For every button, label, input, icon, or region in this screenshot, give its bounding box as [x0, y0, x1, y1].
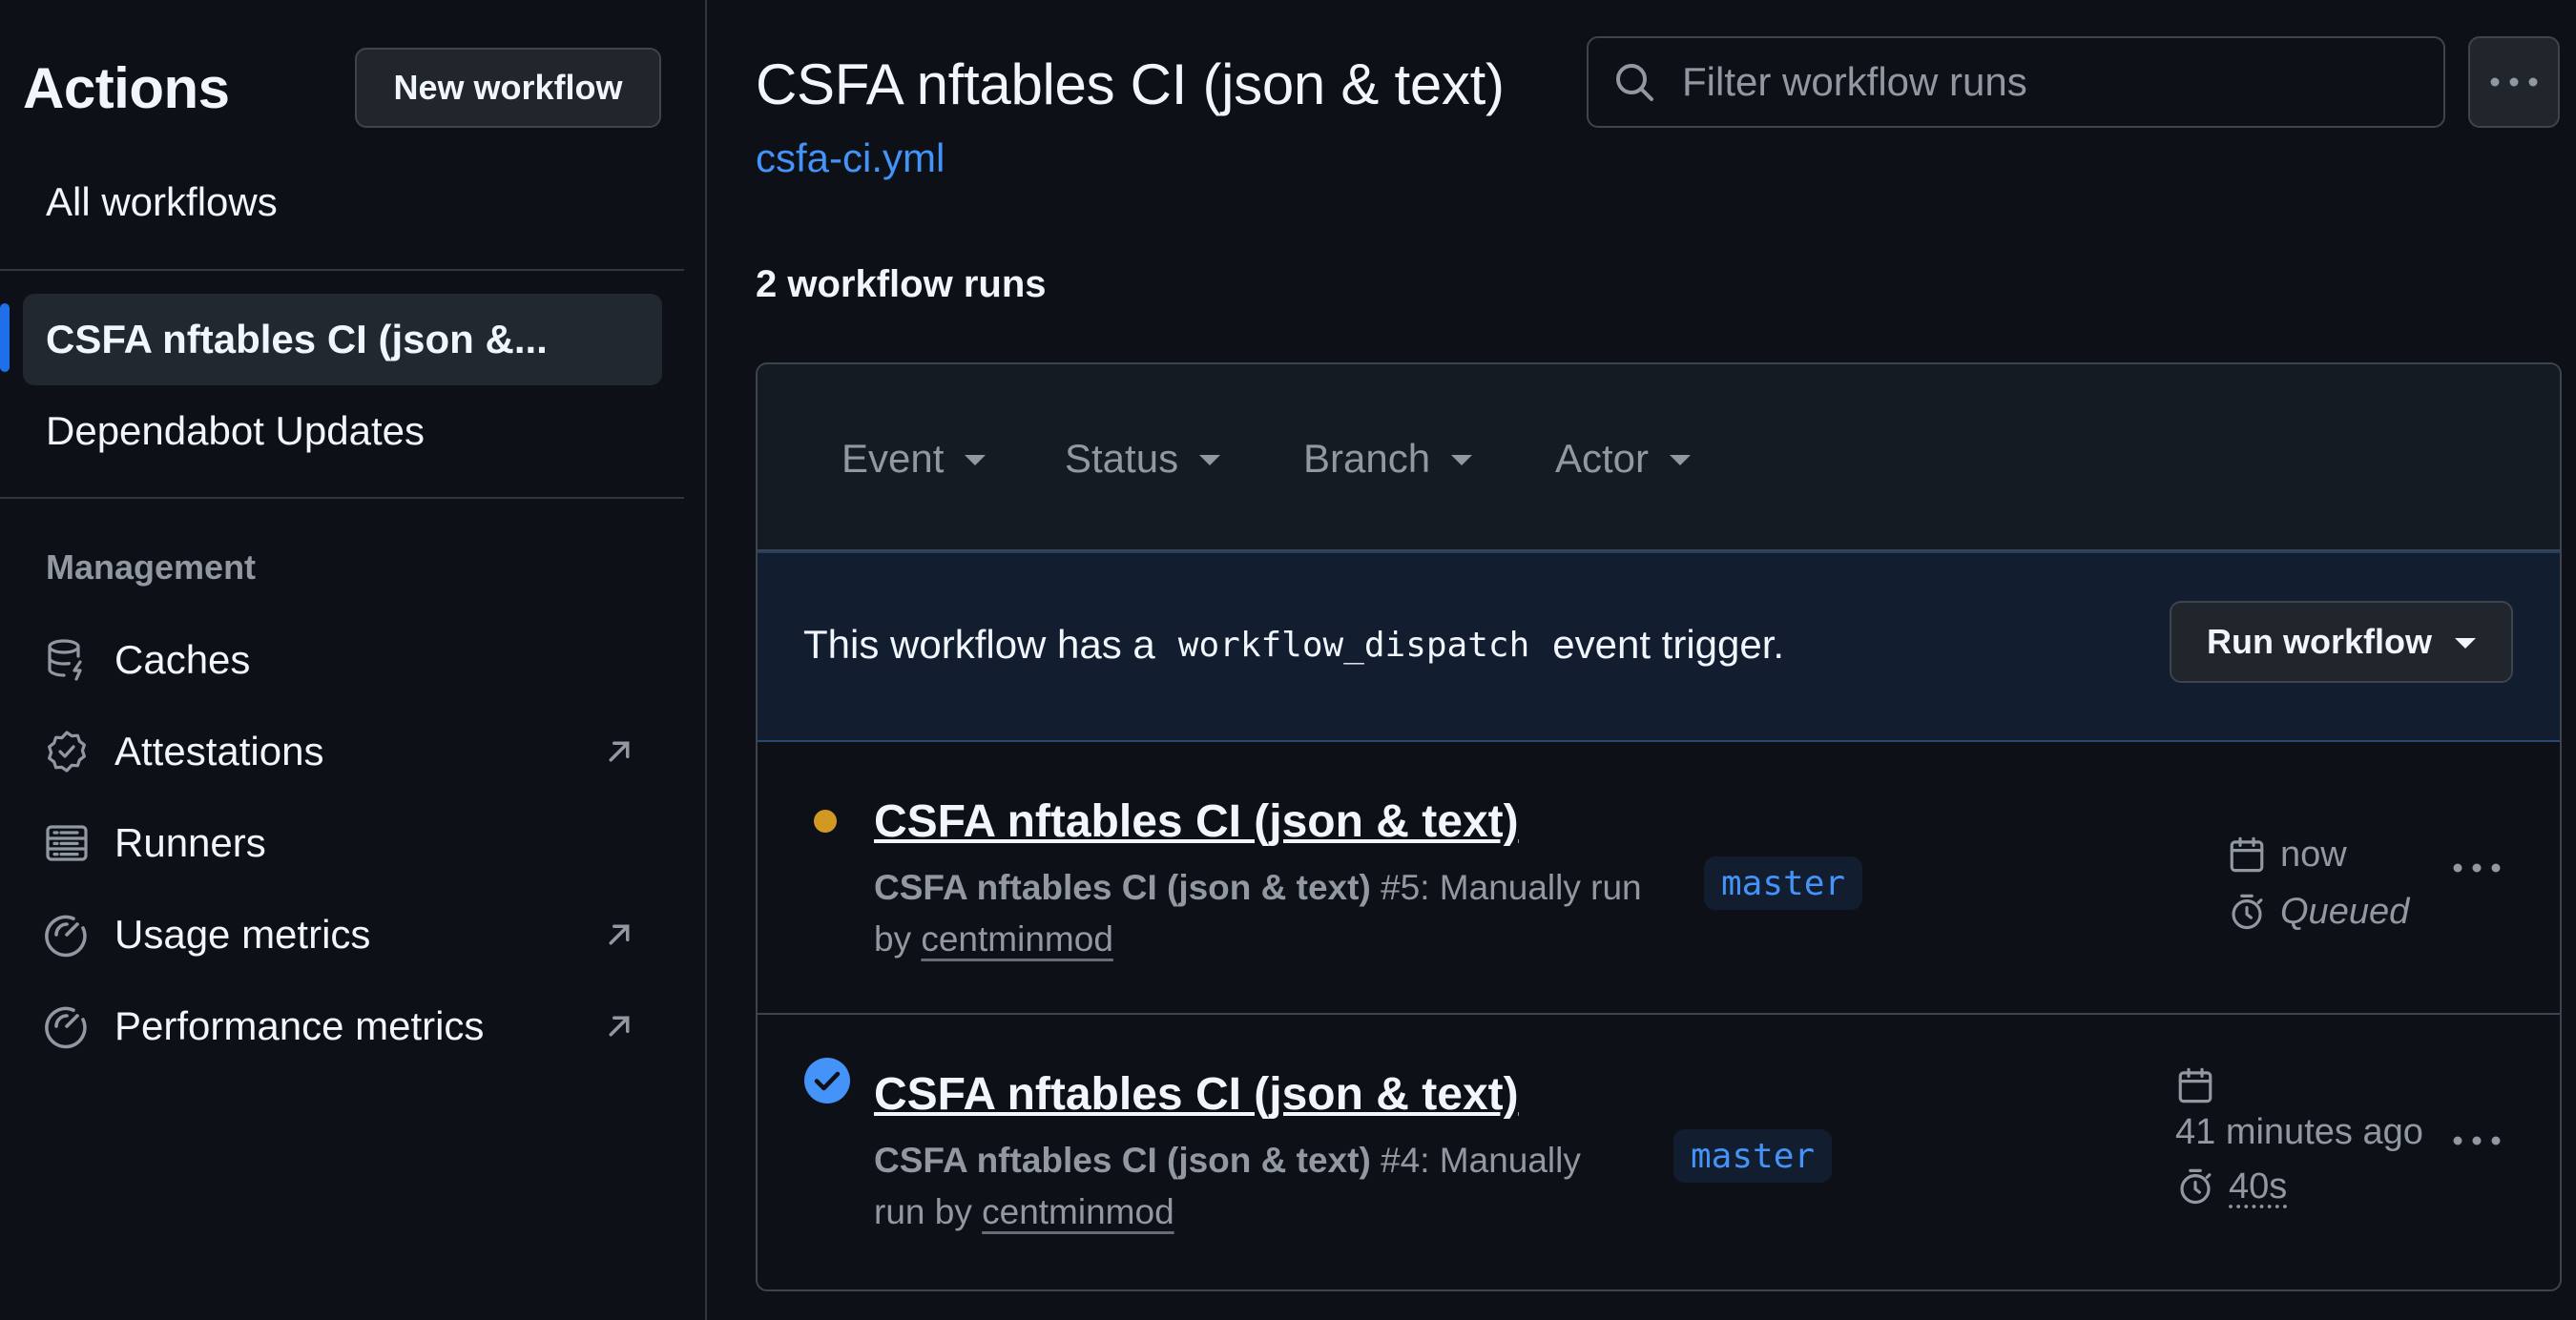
filter-label: Event [841, 436, 945, 481]
page-title: CSFA nftables CI (json & text) [756, 52, 1505, 116]
sidebar-title: Actions [23, 56, 230, 120]
sidebar-item-label: Runners [114, 820, 266, 865]
filter-bar: Event Status Branch Actor [758, 364, 2560, 551]
run-number-text: #4: Manually [1381, 1141, 1581, 1180]
queued-status-icon [813, 809, 838, 834]
server-icon [44, 820, 90, 866]
active-indicator [0, 303, 10, 372]
run-duration-label: 40s [2229, 1165, 2288, 1207]
run-workflow-button[interactable]: Run workflow [2170, 601, 2513, 683]
run-number-text: #5: Manually run [1381, 868, 1642, 907]
meter-icon [44, 912, 90, 958]
run-workflow-label: Run workflow [2207, 622, 2432, 661]
sidebar-item-label: Caches [114, 637, 251, 682]
workflow-dispatch-banner: This workflow has a workflow_dispatch ev… [758, 551, 2560, 742]
sidebar-item-runners[interactable]: Runners [23, 800, 662, 886]
run-by-text: by [874, 919, 912, 959]
run-time: 41 minutes ago [2175, 1112, 2423, 1153]
sidebar-item-attestations[interactable]: Attestations [23, 709, 662, 794]
meter-icon [44, 1003, 90, 1049]
sidebar-item-label: Usage metrics [114, 912, 371, 957]
sidebar-item-usage-metrics[interactable]: Usage metrics [23, 892, 662, 978]
actor-link[interactable]: centminmod [982, 1192, 1174, 1231]
new-workflow-button[interactable]: New workflow [355, 48, 661, 128]
sidebar-item-label: Attestations [114, 729, 324, 773]
run-time-label: now [2280, 834, 2347, 875]
caret-down-icon [1451, 454, 1473, 465]
external-link-icon [599, 915, 639, 955]
sidebar-item-all-workflows[interactable]: All workflows [23, 156, 662, 248]
run-duration: Queued [2227, 891, 2409, 933]
calendar-icon [2227, 834, 2267, 876]
dispatch-code: workflow_dispatch [1177, 625, 1530, 665]
kebab-horizontal-icon [2489, 76, 2539, 88]
actions-page: Actions New workflow All workflows CSFA … [0, 0, 2576, 1320]
search-icon [1611, 59, 1657, 105]
caret-down-icon [965, 454, 987, 465]
external-link-icon [599, 1006, 639, 1046]
sidebar-item-performance-metrics[interactable]: Performance metrics [23, 983, 662, 1069]
sidebar-divider [0, 497, 684, 499]
calendar-icon-row [2175, 1064, 2229, 1106]
kebab-horizontal-icon[interactable] [2452, 1135, 2509, 1164]
actor-link[interactable]: centminmod [921, 919, 1113, 959]
dispatch-text-after: event trigger. [1552, 622, 1785, 667]
database-icon [44, 637, 90, 683]
filter-actor[interactable]: Actor [1555, 435, 1692, 483]
search-input[interactable] [1682, 59, 2426, 105]
sidebar: Actions New workflow All workflows CSFA … [0, 0, 707, 1320]
run-duration-label: Queued [2280, 891, 2410, 932]
run-description: CSFA nftables CI (json & text) #5: Manua… [874, 862, 1656, 965]
workflow-runs-list: Event Status Branch Actor This workflow … [756, 362, 2562, 1291]
main-content: CSFA nftables CI (json & text) csfa-ci.y… [709, 0, 2576, 1320]
run-title-link[interactable]: CSFA nftables CI (json & text) [874, 795, 1519, 848]
run-workflow-name: CSFA nftables CI (json & text) [874, 1141, 1371, 1180]
filter-label: Branch [1303, 436, 1431, 481]
filter-label: Status [1065, 436, 1179, 481]
filter-runs-search[interactable] [1587, 36, 2445, 128]
workflow-run-row[interactable]: CSFA nftables CI (json & text) CSFA nfta… [758, 1017, 2560, 1289]
sidebar-item-caches[interactable]: Caches [23, 617, 662, 703]
dispatch-text-before: This workflow has a [803, 622, 1155, 667]
kebab-horizontal-icon[interactable] [2452, 862, 2509, 891]
sidebar-item-dependabot-updates[interactable]: Dependabot Updates [23, 385, 662, 477]
branch-badge[interactable]: master [1704, 856, 1863, 910]
filter-label: Actor [1555, 436, 1650, 481]
workflow-run-row[interactable]: CSFA nftables CI (json & text) CSFA nfta… [758, 742, 2560, 1015]
external-link-icon [599, 732, 639, 772]
sidebar-item-csfa-nftables-ci[interactable]: CSFA nftables CI (json &... [23, 294, 662, 385]
sidebar-divider [0, 269, 684, 271]
branch-badge[interactable]: master [1673, 1129, 1833, 1183]
run-title-link[interactable]: CSFA nftables CI (json & text) [874, 1068, 1519, 1121]
sidebar-item-label: CSFA nftables CI (json &... [46, 317, 548, 361]
workflow-file-link[interactable]: csfa-ci.yml [756, 135, 945, 181]
stopwatch-icon [2227, 891, 2267, 933]
run-duration: 40s [2175, 1165, 2287, 1207]
caret-down-icon [1199, 454, 1221, 465]
workflow-run-count: 2 workflow runs [756, 263, 1047, 305]
caret-down-icon [2455, 638, 2476, 649]
caret-down-icon [1670, 454, 1692, 465]
filter-status[interactable]: Status [1065, 435, 1221, 483]
run-by-text: run by [874, 1192, 972, 1231]
verified-badge-icon [44, 729, 90, 774]
calendar-icon [2175, 1064, 2215, 1106]
filter-branch[interactable]: Branch [1303, 435, 1473, 483]
management-heading: Management [46, 547, 257, 587]
filter-event[interactable]: Event [841, 435, 987, 483]
sidebar-item-label: All workflows [46, 179, 278, 224]
check-circle-icon [803, 1057, 851, 1104]
run-description: CSFA nftables CI (json & text) #4: Manua… [874, 1135, 1628, 1238]
run-time: now [2227, 834, 2347, 876]
sidebar-item-label: Dependabot Updates [46, 408, 425, 453]
run-workflow-name: CSFA nftables CI (json & text) [874, 868, 1371, 907]
stopwatch-icon [2175, 1165, 2215, 1207]
dispatch-message: This workflow has a workflow_dispatch ev… [803, 622, 1784, 668]
run-time-label: 41 minutes ago [2175, 1112, 2423, 1152]
more-options-button[interactable] [2468, 36, 2560, 128]
sidebar-item-label: Performance metrics [114, 1003, 485, 1048]
